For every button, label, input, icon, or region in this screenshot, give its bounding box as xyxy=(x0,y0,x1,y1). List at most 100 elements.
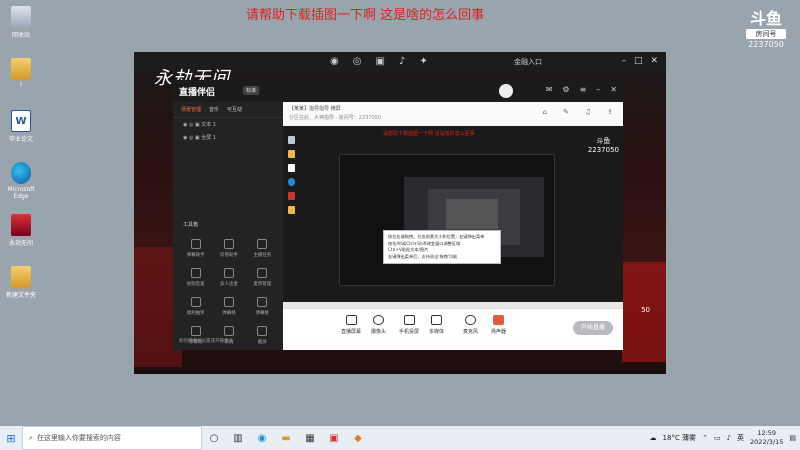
preview-room-number: 2237050 xyxy=(587,146,619,154)
live-preview[interactable]: 请帮助下载插图一下啊 这是啥的怎么回事 斗鱼 2237050 按住右键拖拽，任务… xyxy=(283,126,623,302)
desktop-icon-edge[interactable]: Microsoft Edge xyxy=(4,162,38,212)
tool-item[interactable]: 弹幕姬 xyxy=(212,297,245,316)
action-label: 扬声器 xyxy=(491,329,507,335)
clock-time: 12:59 xyxy=(757,429,777,437)
store-icon[interactable]: ▦ xyxy=(298,426,322,450)
game-icon xyxy=(287,192,295,200)
overlay-caption: 请帮助下载插图一下啊 这是啥的怎么回事 xyxy=(246,8,485,23)
preview-caption: 请帮助下载插图一下啊 这是啥的怎么回事 xyxy=(383,131,475,137)
volume-icon[interactable]: ♪ xyxy=(727,434,731,442)
desktop-icon-game[interactable]: 永劫无间 xyxy=(4,214,38,264)
taskbar-search[interactable]: ⌕ 在这里输入你要搜索的内容 xyxy=(22,426,202,450)
desktop-icon-label: ? xyxy=(19,82,23,89)
action-label: 摄像头 xyxy=(371,329,387,335)
menu-icon[interactable]: ≡ xyxy=(580,85,587,94)
start-live-button[interactable]: 开始直播 xyxy=(573,321,613,335)
cortana-icon[interactable]: ○ xyxy=(202,426,226,450)
room-number: 2237050 xyxy=(748,40,784,49)
stream-side-number: 50 xyxy=(641,306,650,314)
folder-icon xyxy=(287,206,295,214)
mail-icon[interactable]: ✉ xyxy=(546,85,553,94)
tiktok-icon[interactable]: ♪ xyxy=(399,56,405,67)
edge-icon[interactable]: ◉ xyxy=(250,426,274,450)
minimize-icon[interactable]: – xyxy=(596,85,600,94)
add-camera-button[interactable]: 摄像头 xyxy=(371,315,386,335)
help-link[interactable]: 如何把手机设置或开摄像头 xyxy=(179,338,233,344)
douyu-watermark: 斗鱼 房间号 2237050 xyxy=(740,10,792,49)
tool-item[interactable]: 主播任务 xyxy=(246,239,279,258)
task-view-icon[interactable]: ▥ xyxy=(226,426,250,450)
close-icon[interactable]: ✕ xyxy=(650,56,658,66)
stream-tag[interactable]: 横屏 xyxy=(331,106,341,112)
tool-label: 截屏 xyxy=(257,340,267,345)
desktop-icon-recycle-bin[interactable]: 回收站 xyxy=(4,6,38,56)
edge-icon xyxy=(11,162,31,184)
source-label: 文本 1 xyxy=(201,122,216,128)
wechat-icon[interactable]: ◎ xyxy=(353,56,362,67)
microphone-button[interactable]: 麦克风 xyxy=(463,315,478,335)
speaker-button[interactable]: 扬声器 xyxy=(491,315,506,335)
notification-icon[interactable]: ♫ xyxy=(585,108,591,116)
chevron-up-icon[interactable]: ⌃ xyxy=(702,434,708,442)
tab-music[interactable]: 音乐 xyxy=(209,106,219,113)
source-item[interactable]: ◉ ◎ ▣ 全屏 1 xyxy=(173,131,283,144)
source-item[interactable]: ◉ ◎ ▣ 文本 1 xyxy=(173,118,283,131)
tool-item[interactable]: 弹幕姬 xyxy=(246,297,279,316)
add-screen-button[interactable]: 直播屏幕 xyxy=(341,315,361,335)
share-icon[interactable]: ⇪ xyxy=(607,108,613,116)
tool-icon xyxy=(223,297,234,307)
clock-date: 2022/3/15 xyxy=(750,438,784,446)
desktop-icon-new-folder[interactable]: 新建文件夹 xyxy=(4,266,38,316)
game-icon[interactable]: ▣ xyxy=(322,426,346,450)
recursive-preview-inner-3 xyxy=(446,199,498,229)
network-icon[interactable]: ▭ xyxy=(714,434,721,442)
desktop-icon-thesis[interactable]: W 毕业论文 xyxy=(4,110,38,160)
toolbox-grid: 弹幕助手 房管助手 主播任务 视频连麦 多人连麦 麦序管理 福利抽奖 弹幕姬 弹… xyxy=(179,239,279,345)
companion-app-icon[interactable]: ◆ xyxy=(346,426,370,450)
add-media-button[interactable]: 多媒体 xyxy=(429,315,444,335)
weather-icon: ☁ xyxy=(649,434,657,442)
settings-icon[interactable]: ⚙ xyxy=(562,85,569,94)
weibo-icon[interactable]: ◉ xyxy=(330,56,339,67)
clock[interactable]: 12:59 2022/3/15 xyxy=(750,429,783,447)
desktop-icon-label: Microsoft Edge xyxy=(7,186,35,200)
tab-scenes[interactable]: 场景管理 xyxy=(181,106,201,113)
word-document-icon xyxy=(287,164,295,172)
tool-icon xyxy=(223,239,234,249)
app-logo: 直播伴侣 xyxy=(179,88,216,98)
avatar[interactable] xyxy=(499,84,513,98)
tool-item[interactable]: 视频连麦 xyxy=(179,268,212,287)
tool-item[interactable]: 多人连麦 xyxy=(212,268,245,287)
tab-interactive[interactable]: 可互动 xyxy=(227,106,242,113)
tool-item[interactable]: 截屏 xyxy=(246,326,279,345)
bilibili-icon[interactable]: ▣ xyxy=(375,56,384,67)
ime-icon[interactable]: 英 xyxy=(737,433,744,443)
tool-item[interactable]: 麦序管理 xyxy=(246,268,279,287)
tool-item[interactable]: 福利抽奖 xyxy=(179,297,212,316)
tip-line: 按住右键拖拽，任务前景大小和位置，右键弹出菜单 xyxy=(388,234,485,239)
game-icon[interactable]: ✦ xyxy=(419,56,427,67)
recycle-bin-icon xyxy=(11,6,31,28)
save-icon[interactable]: ⌂ xyxy=(543,108,547,116)
add-phone-button[interactable]: 手机投屏 xyxy=(399,315,419,335)
notification-icon[interactable]: ▤ xyxy=(789,434,796,442)
weather-text[interactable]: 18°C 薄雾 xyxy=(663,433,697,443)
desktop-icon-folder[interactable]: ? xyxy=(4,58,38,108)
room-label: 房间号 xyxy=(746,29,786,39)
file-explorer-icon[interactable]: ▬ xyxy=(274,426,298,450)
tool-icon xyxy=(223,326,234,336)
app-window-controls: ✉ ⚙ ≡ – ✕ xyxy=(546,85,617,94)
stream-entry-link[interactable]: 金融入口 xyxy=(514,57,542,67)
maximize-icon[interactable]: □ xyxy=(634,56,643,66)
minimize-icon[interactable]: – xyxy=(621,56,626,66)
toolbox-title: 工具箱 xyxy=(183,222,199,228)
tool-item[interactable]: 弹幕助手 xyxy=(179,239,212,258)
windows-start-icon[interactable]: ⊞ xyxy=(0,426,22,450)
douyu-logo-mark: 斗鱼 xyxy=(749,9,782,28)
edit-icon[interactable]: ✎ xyxy=(563,108,569,116)
stream-info-actions: ⌂ ✎ ♫ ⇪ xyxy=(543,108,613,116)
stream-title: 【某某】指导指导 横屏 xyxy=(289,105,341,112)
tool-item[interactable]: 房管助手 xyxy=(212,239,245,258)
tool-label: 弹幕助手 xyxy=(186,253,205,258)
close-icon[interactable]: ✕ xyxy=(610,85,617,94)
